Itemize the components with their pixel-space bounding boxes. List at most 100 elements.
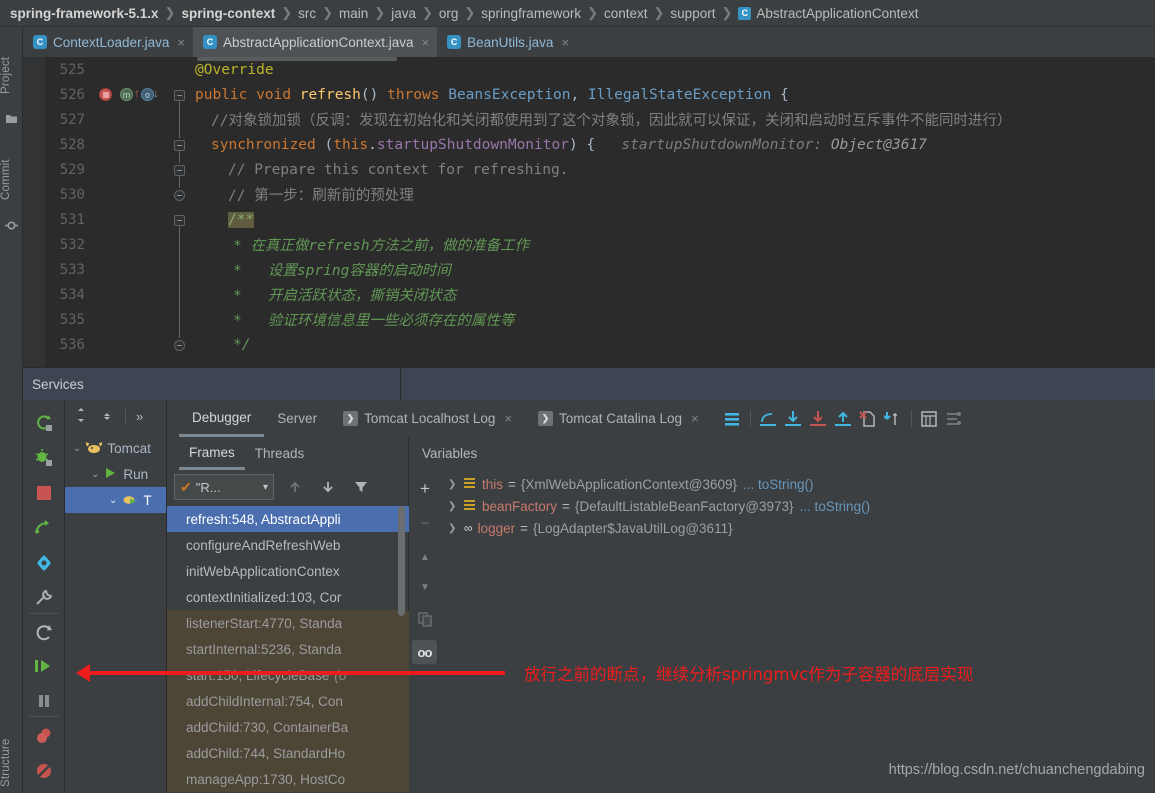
- breadcrumb-item-main[interactable]: main: [339, 6, 368, 21]
- stop-icon[interactable]: [31, 480, 57, 506]
- fold-collapse-icon[interactable]: [174, 165, 185, 176]
- settings-wrench-icon[interactable]: [31, 585, 57, 611]
- move-watch-down-icon[interactable]: ▼: [414, 576, 436, 598]
- tab-frames[interactable]: Frames: [179, 437, 245, 470]
- force-step-into-icon[interactable]: [806, 406, 831, 431]
- fold-area[interactable]: [165, 332, 195, 357]
- breadcrumb-item-support[interactable]: support: [670, 6, 715, 21]
- frame-list-item[interactable]: manageApp:1730, HostCo: [167, 766, 409, 792]
- fold-area[interactable]: [165, 107, 195, 132]
- close-icon[interactable]: ×: [504, 411, 512, 426]
- tab-beanutils[interactable]: C BeanUtils.java ×: [437, 27, 577, 57]
- settings-list-icon[interactable]: [942, 406, 967, 431]
- close-icon[interactable]: ×: [177, 35, 185, 50]
- breadcrumb-item-java[interactable]: java: [391, 6, 416, 21]
- breadcrumb-item-org[interactable]: org: [439, 6, 459, 21]
- layout-settings-icon[interactable]: [720, 406, 745, 431]
- fold-collapse-icon[interactable]: [174, 215, 185, 226]
- frame-list-item[interactable]: addChildInternal:754, Con: [167, 688, 409, 714]
- expand-all-icon[interactable]: [73, 407, 89, 426]
- fold-area[interactable]: [165, 257, 195, 282]
- chevron-right-icon[interactable]: ❯: [448, 523, 464, 534]
- frame-list-item[interactable]: contextInitialized:103, Cor: [167, 584, 409, 610]
- line-gutter-area[interactable]: [93, 107, 165, 132]
- override-method-icon[interactable]: m: [120, 88, 133, 101]
- watches-toggle-icon[interactable]: oo: [412, 640, 437, 664]
- line-gutter-area[interactable]: [93, 307, 165, 332]
- chevron-right-icon[interactable]: ❯: [448, 501, 464, 512]
- sidebar-item-commit[interactable]: Commit: [0, 149, 23, 211]
- frames-scrollbar[interactable]: [398, 506, 405, 616]
- close-icon[interactable]: ×: [561, 35, 569, 50]
- breadcrumb-item-class[interactable]: AbstractApplicationContext: [756, 6, 918, 21]
- breadcrumb-item-context[interactable]: context: [604, 6, 648, 21]
- filter-frames-icon[interactable]: [350, 476, 372, 498]
- fold-area[interactable]: [165, 282, 195, 307]
- chevron-down-icon[interactable]: ⌄: [73, 443, 81, 454]
- sidebar-item-structure[interactable]: Structure: [0, 730, 23, 793]
- tab-abstractapplicationcontext[interactable]: C AbstractApplicationContext.java ×: [192, 27, 438, 57]
- frame-list-item[interactable]: initWebApplicationContex: [167, 558, 409, 584]
- line-gutter-area[interactable]: [93, 182, 165, 207]
- fold-collapse-icon[interactable]: [174, 340, 185, 351]
- overriding-arrow-down-icon[interactable]: ↓: [153, 86, 159, 100]
- restart-icon[interactable]: [31, 620, 57, 646]
- line-gutter-area[interactable]: [93, 132, 165, 157]
- line-gutter-area[interactable]: [93, 282, 165, 307]
- variable-tostring-link[interactable]: ... toString(): [743, 477, 814, 492]
- breadcrumb-item-module[interactable]: spring-context: [181, 6, 275, 21]
- more-actions-icon[interactable]: »: [136, 409, 143, 424]
- tab-tomcat-catalina-log[interactable]: ❯ Tomcat Catalina Log ×: [525, 400, 712, 437]
- tab-server[interactable]: Server: [264, 400, 330, 437]
- tab-services[interactable]: Services: [23, 368, 401, 401]
- tab-threads[interactable]: Threads: [245, 437, 315, 470]
- fold-collapse-icon[interactable]: [174, 140, 185, 151]
- tab-contextloader[interactable]: C ContextLoader.java ×: [23, 27, 193, 57]
- view-breakpoints-icon[interactable]: [31, 550, 57, 576]
- frame-list-item[interactable]: listenerStart:4770, Standa: [167, 610, 409, 636]
- implementing-arrow-up-icon[interactable]: ↑: [134, 86, 140, 100]
- step-over-icon[interactable]: [756, 406, 781, 431]
- line-gutter-area[interactable]: [93, 157, 165, 182]
- frames-list[interactable]: refresh:548, AbstractAppli configureAndR…: [167, 506, 409, 793]
- chevron-right-icon[interactable]: ❯: [448, 479, 464, 490]
- rerun-debug-icon[interactable]: [31, 445, 57, 471]
- fold-area[interactable]: [165, 57, 195, 82]
- frame-list-item[interactable]: startInternal:5236, Standa: [167, 636, 409, 662]
- close-icon[interactable]: ×: [422, 35, 430, 50]
- pause-program-icon[interactable]: [31, 688, 57, 714]
- fold-area[interactable]: [165, 232, 195, 257]
- frame-list-item[interactable]: addChild:744, StandardHo: [167, 740, 409, 766]
- breadcrumb-item-springframework[interactable]: springframework: [481, 6, 581, 21]
- breadcrumb-item-project[interactable]: spring-framework-5.1.x: [10, 6, 159, 21]
- editor-gutter[interactable]: [23, 57, 45, 367]
- frame-list-item[interactable]: configureAndRefreshWeb: [167, 532, 409, 558]
- chevron-down-icon[interactable]: ⌄: [109, 495, 117, 506]
- variable-row-beanfactory[interactable]: ❯ beanFactory = {DefaultListableBeanFact…: [440, 495, 1155, 517]
- drop-frame-icon[interactable]: [856, 406, 881, 431]
- line-gutter-area[interactable]: [93, 332, 165, 357]
- add-watch-icon[interactable]: +: [414, 478, 436, 500]
- disable-breakpoints-icon[interactable]: [31, 758, 57, 784]
- chevron-down-icon[interactable]: ▾: [263, 482, 268, 493]
- frame-down-icon[interactable]: [317, 476, 339, 498]
- variables-panel[interactable]: ❯ this = {XmlWebApplicationContext@3609}…: [440, 470, 1155, 793]
- frame-list-item[interactable]: addChild:730, ContainerBa: [167, 714, 409, 740]
- line-gutter-area[interactable]: [93, 257, 165, 282]
- fold-area[interactable]: [165, 182, 195, 207]
- variable-tostring-link[interactable]: ... toString(): [800, 499, 871, 514]
- code-editor[interactable]: 525 @Override 526 m ↑ o ↓ public void re…: [23, 57, 1155, 367]
- line-gutter-area[interactable]: [93, 57, 165, 82]
- sidebar-item-project[interactable]: Project: [0, 45, 23, 105]
- step-over-icon[interactable]: [31, 515, 57, 541]
- evaluate-expression-icon[interactable]: [917, 406, 942, 431]
- variable-row-this[interactable]: ❯ this = {XmlWebApplicationContext@3609}…: [440, 473, 1155, 495]
- fold-area[interactable]: [165, 132, 195, 157]
- frame-up-icon[interactable]: [284, 476, 306, 498]
- tab-tomcat-localhost-log[interactable]: ❯ Tomcat Localhost Log ×: [330, 400, 525, 437]
- mute-breakpoints-icon[interactable]: [31, 723, 57, 749]
- rerun-icon[interactable]: [31, 410, 57, 436]
- variable-row-logger[interactable]: ❯ ∞ logger = {LogAdapter$JavaUtilLog@361…: [440, 517, 1155, 539]
- fold-area[interactable]: [165, 207, 195, 232]
- move-watch-up-icon[interactable]: ▲: [414, 546, 436, 568]
